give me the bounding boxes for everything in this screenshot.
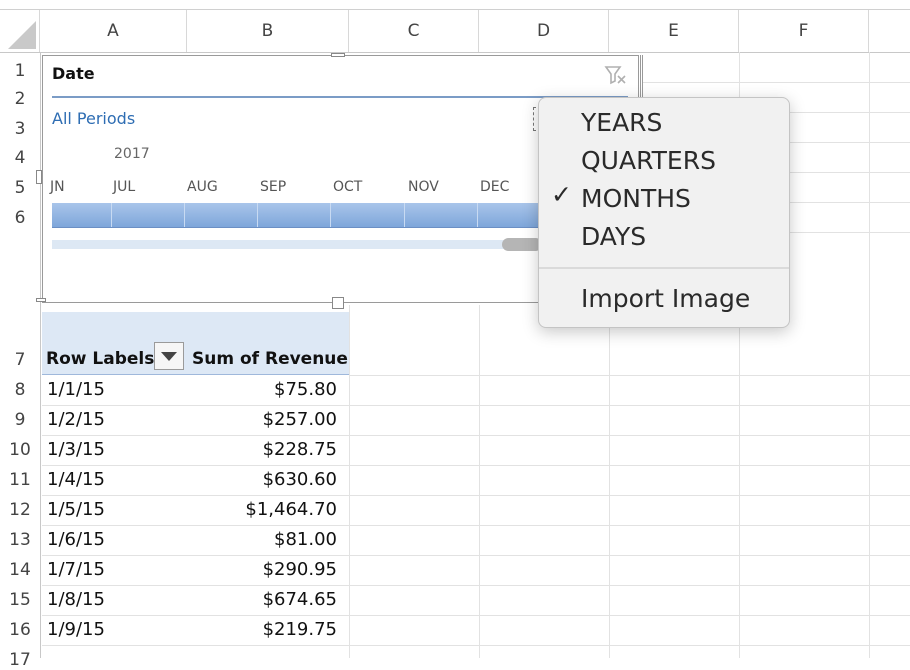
grid-line bbox=[479, 305, 480, 658]
row-header-6[interactable]: 6 bbox=[0, 208, 40, 228]
grid-line bbox=[42, 495, 910, 496]
row-header-5[interactable]: 5 bbox=[0, 178, 40, 198]
row-header-4[interactable]: 4 bbox=[0, 148, 40, 168]
year-label: 2017 bbox=[114, 146, 150, 162]
column-header-c[interactable]: C bbox=[349, 10, 479, 52]
grid-line bbox=[42, 645, 910, 646]
row-revenue-cell[interactable]: $228.75 bbox=[263, 439, 337, 460]
row-header-16[interactable]: 16 bbox=[0, 620, 40, 640]
row-header-8[interactable]: 8 bbox=[0, 380, 40, 400]
row-header-15[interactable]: 15 bbox=[0, 590, 40, 610]
timeline-scrollbar-thumb[interactable] bbox=[502, 238, 542, 251]
timeline-tick bbox=[404, 203, 405, 227]
sum-of-revenue-header: Sum of Revenue bbox=[192, 349, 348, 369]
select-all-corner[interactable] bbox=[0, 10, 40, 52]
menu-item-import-image[interactable]: Import Image bbox=[581, 284, 750, 313]
resize-handle-bottom-left[interactable] bbox=[36, 298, 46, 302]
menu-item-months[interactable]: MONTHS bbox=[581, 184, 691, 213]
row-header-12[interactable]: 12 bbox=[0, 500, 40, 520]
grid-line bbox=[349, 375, 910, 376]
row-header-11[interactable]: 11 bbox=[0, 470, 40, 490]
all-periods-label: All Periods bbox=[52, 109, 136, 128]
row-revenue-cell[interactable]: $81.00 bbox=[274, 529, 337, 550]
header-divider bbox=[0, 52, 910, 53]
row-revenue-cell[interactable]: $1,464.70 bbox=[245, 499, 337, 520]
column-header-f[interactable]: F bbox=[739, 10, 869, 52]
timeline-tick bbox=[330, 203, 331, 227]
timeline-tick bbox=[477, 203, 478, 227]
select-all-triangle-icon bbox=[8, 21, 36, 49]
menu-item-days[interactable]: DAYS bbox=[581, 222, 646, 251]
menu-item-quarters[interactable]: QUARTERS bbox=[581, 146, 716, 175]
time-level-menu: YEARS QUARTERS ✓ MONTHS DAYS Import Imag… bbox=[538, 97, 790, 328]
resize-handle-left[interactable] bbox=[36, 170, 42, 184]
row-header-1[interactable]: 1 bbox=[0, 61, 40, 81]
timeline-scrollbar-track[interactable] bbox=[52, 240, 542, 249]
dropdown-arrow-icon bbox=[161, 351, 177, 361]
pivot-header-line bbox=[42, 374, 349, 375]
month-label-aug: AUG bbox=[187, 179, 218, 195]
grid-line bbox=[42, 435, 910, 436]
row-header-9[interactable]: 9 bbox=[0, 410, 40, 430]
resize-handle-top[interactable] bbox=[331, 53, 345, 57]
month-label-dec: DEC bbox=[480, 179, 510, 195]
grid-line bbox=[42, 405, 910, 406]
timeline-tick bbox=[257, 203, 258, 227]
resize-handle-bottom[interactable] bbox=[332, 297, 344, 309]
timeline-tick bbox=[184, 203, 185, 227]
month-label-sep: SEP bbox=[260, 179, 287, 195]
row-header-17[interactable]: 17 bbox=[0, 650, 40, 670]
column-header-a[interactable]: A bbox=[40, 10, 187, 52]
slicer-title: Date bbox=[52, 64, 95, 83]
grid-line bbox=[609, 305, 610, 658]
grid-line bbox=[42, 525, 910, 526]
grid-line bbox=[349, 305, 350, 658]
row-revenue-cell[interactable]: $257.00 bbox=[263, 409, 337, 430]
column-header-b[interactable]: B bbox=[187, 10, 349, 52]
row-revenue-cell[interactable]: $290.95 bbox=[263, 559, 337, 580]
row-revenue-cell[interactable]: $75.80 bbox=[274, 379, 337, 400]
row-revenue-cell[interactable]: $674.65 bbox=[263, 589, 337, 610]
grid-line bbox=[643, 82, 910, 83]
month-label-jul: JUL bbox=[113, 179, 136, 195]
grid-line bbox=[42, 585, 910, 586]
row-header-14[interactable]: 14 bbox=[0, 560, 40, 580]
row-date-cell[interactable]: 1/2/15 bbox=[47, 409, 105, 430]
clear-filter-icon[interactable] bbox=[604, 64, 628, 86]
row-date-cell[interactable]: 1/7/15 bbox=[47, 559, 105, 580]
menu-separator bbox=[539, 267, 789, 269]
column-header-d[interactable]: D bbox=[479, 10, 609, 52]
row-date-cell[interactable]: 1/5/15 bbox=[47, 499, 105, 520]
row-header-divider bbox=[40, 52, 41, 658]
row-header-7[interactable]: 7 bbox=[0, 350, 40, 370]
checkmark-icon: ✓ bbox=[551, 180, 572, 209]
row-revenue-cell[interactable]: $219.75 bbox=[263, 619, 337, 640]
row-labels-filter-button[interactable] bbox=[154, 342, 184, 370]
row-labels-header: Row Labels bbox=[46, 349, 155, 369]
row-date-cell[interactable]: 1/9/15 bbox=[47, 619, 105, 640]
row-date-cell[interactable]: 1/6/15 bbox=[47, 529, 105, 550]
grid-line bbox=[42, 465, 910, 466]
row-date-cell[interactable]: 1/1/15 bbox=[47, 379, 105, 400]
month-label-nov: NOV bbox=[408, 179, 439, 195]
row-header-3[interactable]: 3 bbox=[0, 119, 40, 139]
month-label-jun: JN bbox=[50, 179, 65, 195]
column-header-e[interactable]: E bbox=[609, 10, 739, 52]
row-header-10[interactable]: 10 bbox=[0, 440, 40, 460]
row-date-cell[interactable]: 1/3/15 bbox=[47, 439, 105, 460]
row-header-2[interactable]: 2 bbox=[0, 89, 40, 109]
row-date-cell[interactable]: 1/4/15 bbox=[47, 469, 105, 490]
timeline-tick bbox=[111, 203, 112, 227]
month-label-oct: OCT bbox=[333, 179, 363, 195]
row-date-cell[interactable]: 1/8/15 bbox=[47, 589, 105, 610]
menu-item-years[interactable]: YEARS bbox=[581, 108, 662, 137]
row-header-13[interactable]: 13 bbox=[0, 530, 40, 550]
timeline-selection-bar[interactable] bbox=[52, 203, 542, 228]
grid-line bbox=[42, 615, 910, 616]
row-revenue-cell[interactable]: $630.60 bbox=[263, 469, 337, 490]
grid-line bbox=[42, 555, 910, 556]
